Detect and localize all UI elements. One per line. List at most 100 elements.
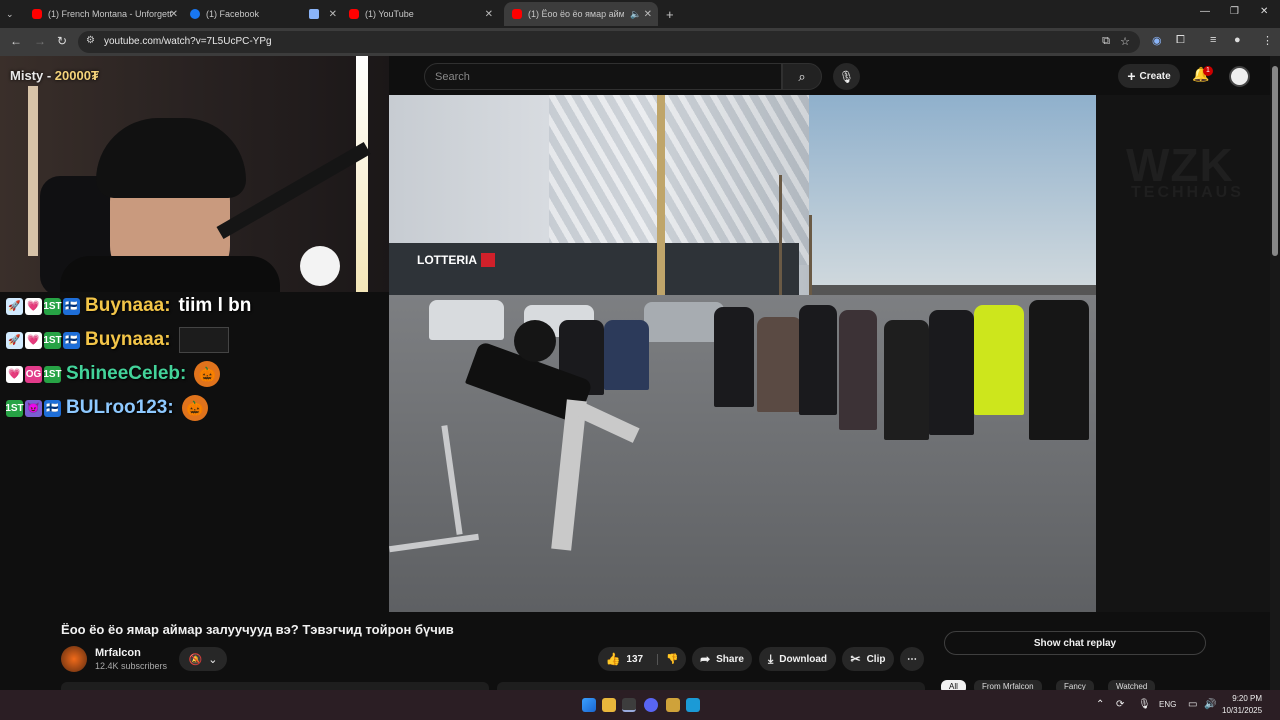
spectator	[799, 305, 837, 415]
filter-chip-fancy[interactable]: Fancy	[1056, 680, 1094, 690]
pumpkin-emote-icon: 🎃	[181, 395, 208, 421]
like-icon[interactable]: 👍	[605, 652, 620, 666]
description-card	[497, 682, 925, 690]
create-button[interactable]: + Create	[1118, 64, 1180, 88]
more-actions-button[interactable]: ⋯	[900, 647, 924, 671]
search-icon: ⌕	[798, 68, 806, 84]
menu-icon[interactable]: ⋮	[1262, 34, 1273, 47]
app-icon[interactable]	[666, 698, 680, 712]
address-bar[interactable]: ⚙ youtube.com/watch?v=7L5UcPC-YPg ⧉ ☆	[78, 31, 1140, 53]
voice-search-button[interactable]: 🎙	[833, 63, 860, 90]
scissors-icon: ✂	[850, 652, 861, 666]
forward-icon[interactable]: →	[34, 34, 46, 48]
streamer-webcam: Misty - 20000₮	[0, 56, 389, 292]
minimize-icon[interactable]: —	[1200, 6, 1210, 17]
devil-badge-icon: 😈	[25, 399, 42, 417]
chat-username: ShineeCeleb:	[66, 363, 187, 384]
tab-page[interactable]: ✕	[309, 4, 337, 24]
reading-list-icon[interactable]: ≡	[1210, 34, 1216, 46]
start-icon[interactable]	[582, 698, 596, 712]
search-button[interactable]: ⌕	[782, 63, 822, 90]
download-label: Download	[779, 653, 828, 665]
rocket-badge-icon: 🚀	[6, 331, 23, 349]
chat-username: Buynaaa:	[85, 329, 171, 350]
discord-icon[interactable]	[644, 698, 658, 712]
install-app-icon[interactable]: ⧉	[1102, 35, 1110, 48]
like-count[interactable]: 137	[626, 654, 643, 665]
reload-icon[interactable]: ↻	[57, 34, 67, 48]
download-button[interactable]: ⤓ Download	[759, 647, 836, 671]
chat-message: 🚀 💗 1ST 🇫🇮 Buynaaa: tiim l bn	[6, 294, 251, 318]
tab-title: (1) YouTube	[365, 9, 414, 19]
tab-list-button[interactable]: ⌄	[6, 4, 14, 24]
ring-light	[356, 56, 368, 292]
profile-icon[interactable]: ●	[1234, 34, 1241, 46]
spectator	[1029, 300, 1089, 440]
page-icon	[309, 9, 319, 19]
dislike-icon[interactable]: 👎	[657, 653, 679, 665]
share-label: Share	[716, 653, 744, 665]
filter-chip-watched[interactable]: Watched	[1108, 680, 1156, 690]
language-indicator[interactable]: ENG	[1159, 700, 1176, 709]
scrollbar-thumb[interactable]	[1272, 66, 1278, 256]
video-player[interactable]: LOTTERIA	[389, 95, 1096, 612]
close-icon[interactable]: ✕	[485, 9, 493, 20]
speaker-icon[interactable]: 🔈	[630, 9, 641, 20]
show-chat-replay-button[interactable]: Show chat replay	[944, 631, 1206, 655]
led-strip	[28, 86, 38, 256]
system-clock[interactable]: 9:20 PM 10/31/2025	[1222, 693, 1262, 717]
tab-french-montana[interactable]: (1) French Montana - Unforgett ✕	[32, 4, 178, 24]
light-pole	[657, 95, 665, 300]
channel-name[interactable]: Mrfalcon	[95, 647, 141, 659]
heart-badge-icon: 💗	[25, 331, 42, 349]
youtube-icon	[349, 9, 359, 19]
back-icon[interactable]: ←	[10, 34, 22, 48]
tab-active-video[interactable]: (1) Ёоо ёо ёо ямар аймар 🔈 ✕	[504, 2, 658, 26]
share-button[interactable]: ➦ Share	[692, 647, 752, 671]
new-tab-button[interactable]: +	[666, 4, 674, 24]
account-avatar[interactable]	[1229, 66, 1250, 87]
filter-chip-all[interactable]: All	[941, 680, 966, 690]
tray-overflow-icon[interactable]: ⌃	[1096, 699, 1104, 710]
mic-tray-icon[interactable]: 🎙	[1138, 699, 1151, 710]
chat-message: 1ST 😈 🇫🇮 BULroo123: 🎃	[5, 395, 208, 421]
chrome-icon[interactable]	[622, 698, 636, 712]
read-aloud-icon[interactable]: ◉	[1152, 34, 1162, 47]
clip-button[interactable]: ✂ Clip	[842, 647, 894, 671]
volume-icon[interactable]: 🔊	[1204, 699, 1216, 710]
telegram-icon[interactable]	[686, 698, 700, 712]
spectator	[757, 317, 802, 412]
bookmark-star-icon[interactable]: ☆	[1120, 35, 1130, 48]
browser-toolbar: ← → ↻ ⚙ youtube.com/watch?v=7L5UcPC-YPg …	[0, 28, 1280, 56]
flag-badge-icon: 🇫🇮	[44, 399, 61, 417]
close-icon[interactable]: ✕	[329, 9, 337, 20]
chat-message: 💗 OG 1ST ShineeCeleb: 🎃	[6, 361, 221, 387]
file-explorer-icon[interactable]	[602, 698, 616, 712]
chat-text: tiim l bn	[178, 295, 252, 316]
search-placeholder: Search	[435, 71, 470, 83]
close-icon[interactable]: ✕	[170, 9, 178, 20]
restore-icon[interactable]: ❐	[1230, 6, 1239, 17]
channel-avatar[interactable]	[61, 646, 87, 672]
watermark-subtitle: TECHHAUS	[1131, 184, 1244, 201]
close-window-icon[interactable]: ✕	[1260, 6, 1268, 17]
extensions-icon[interactable]: ⧠	[1176, 34, 1185, 47]
spectator	[714, 307, 754, 407]
youtube-icon	[32, 9, 42, 19]
like-dislike-group: 👍 137 👎	[598, 647, 686, 671]
chat-username: Buynaaa:	[85, 295, 171, 316]
spectator	[604, 320, 649, 390]
flag-badge-icon: 🇫🇮	[63, 297, 80, 315]
plush-toy	[300, 246, 340, 286]
comment-card	[61, 682, 489, 690]
close-icon[interactable]: ✕	[644, 9, 652, 20]
sync-icon[interactable]: ⟳	[1116, 699, 1124, 710]
network-icon[interactable]: ▭	[1188, 699, 1197, 710]
notification-badge: 1	[1203, 66, 1213, 76]
search-input[interactable]: Search	[424, 63, 782, 90]
filter-chip-from-channel[interactable]: From Mrfalcon	[974, 680, 1042, 690]
url-text[interactable]: youtube.com/watch?v=7L5UcPC-YPg	[104, 36, 272, 47]
notification-settings-button[interactable]: 🔕 ⌄	[179, 647, 227, 671]
site-info-icon[interactable]: ⚙	[86, 35, 95, 46]
tab-youtube[interactable]: (1) YouTube ✕	[349, 4, 493, 24]
